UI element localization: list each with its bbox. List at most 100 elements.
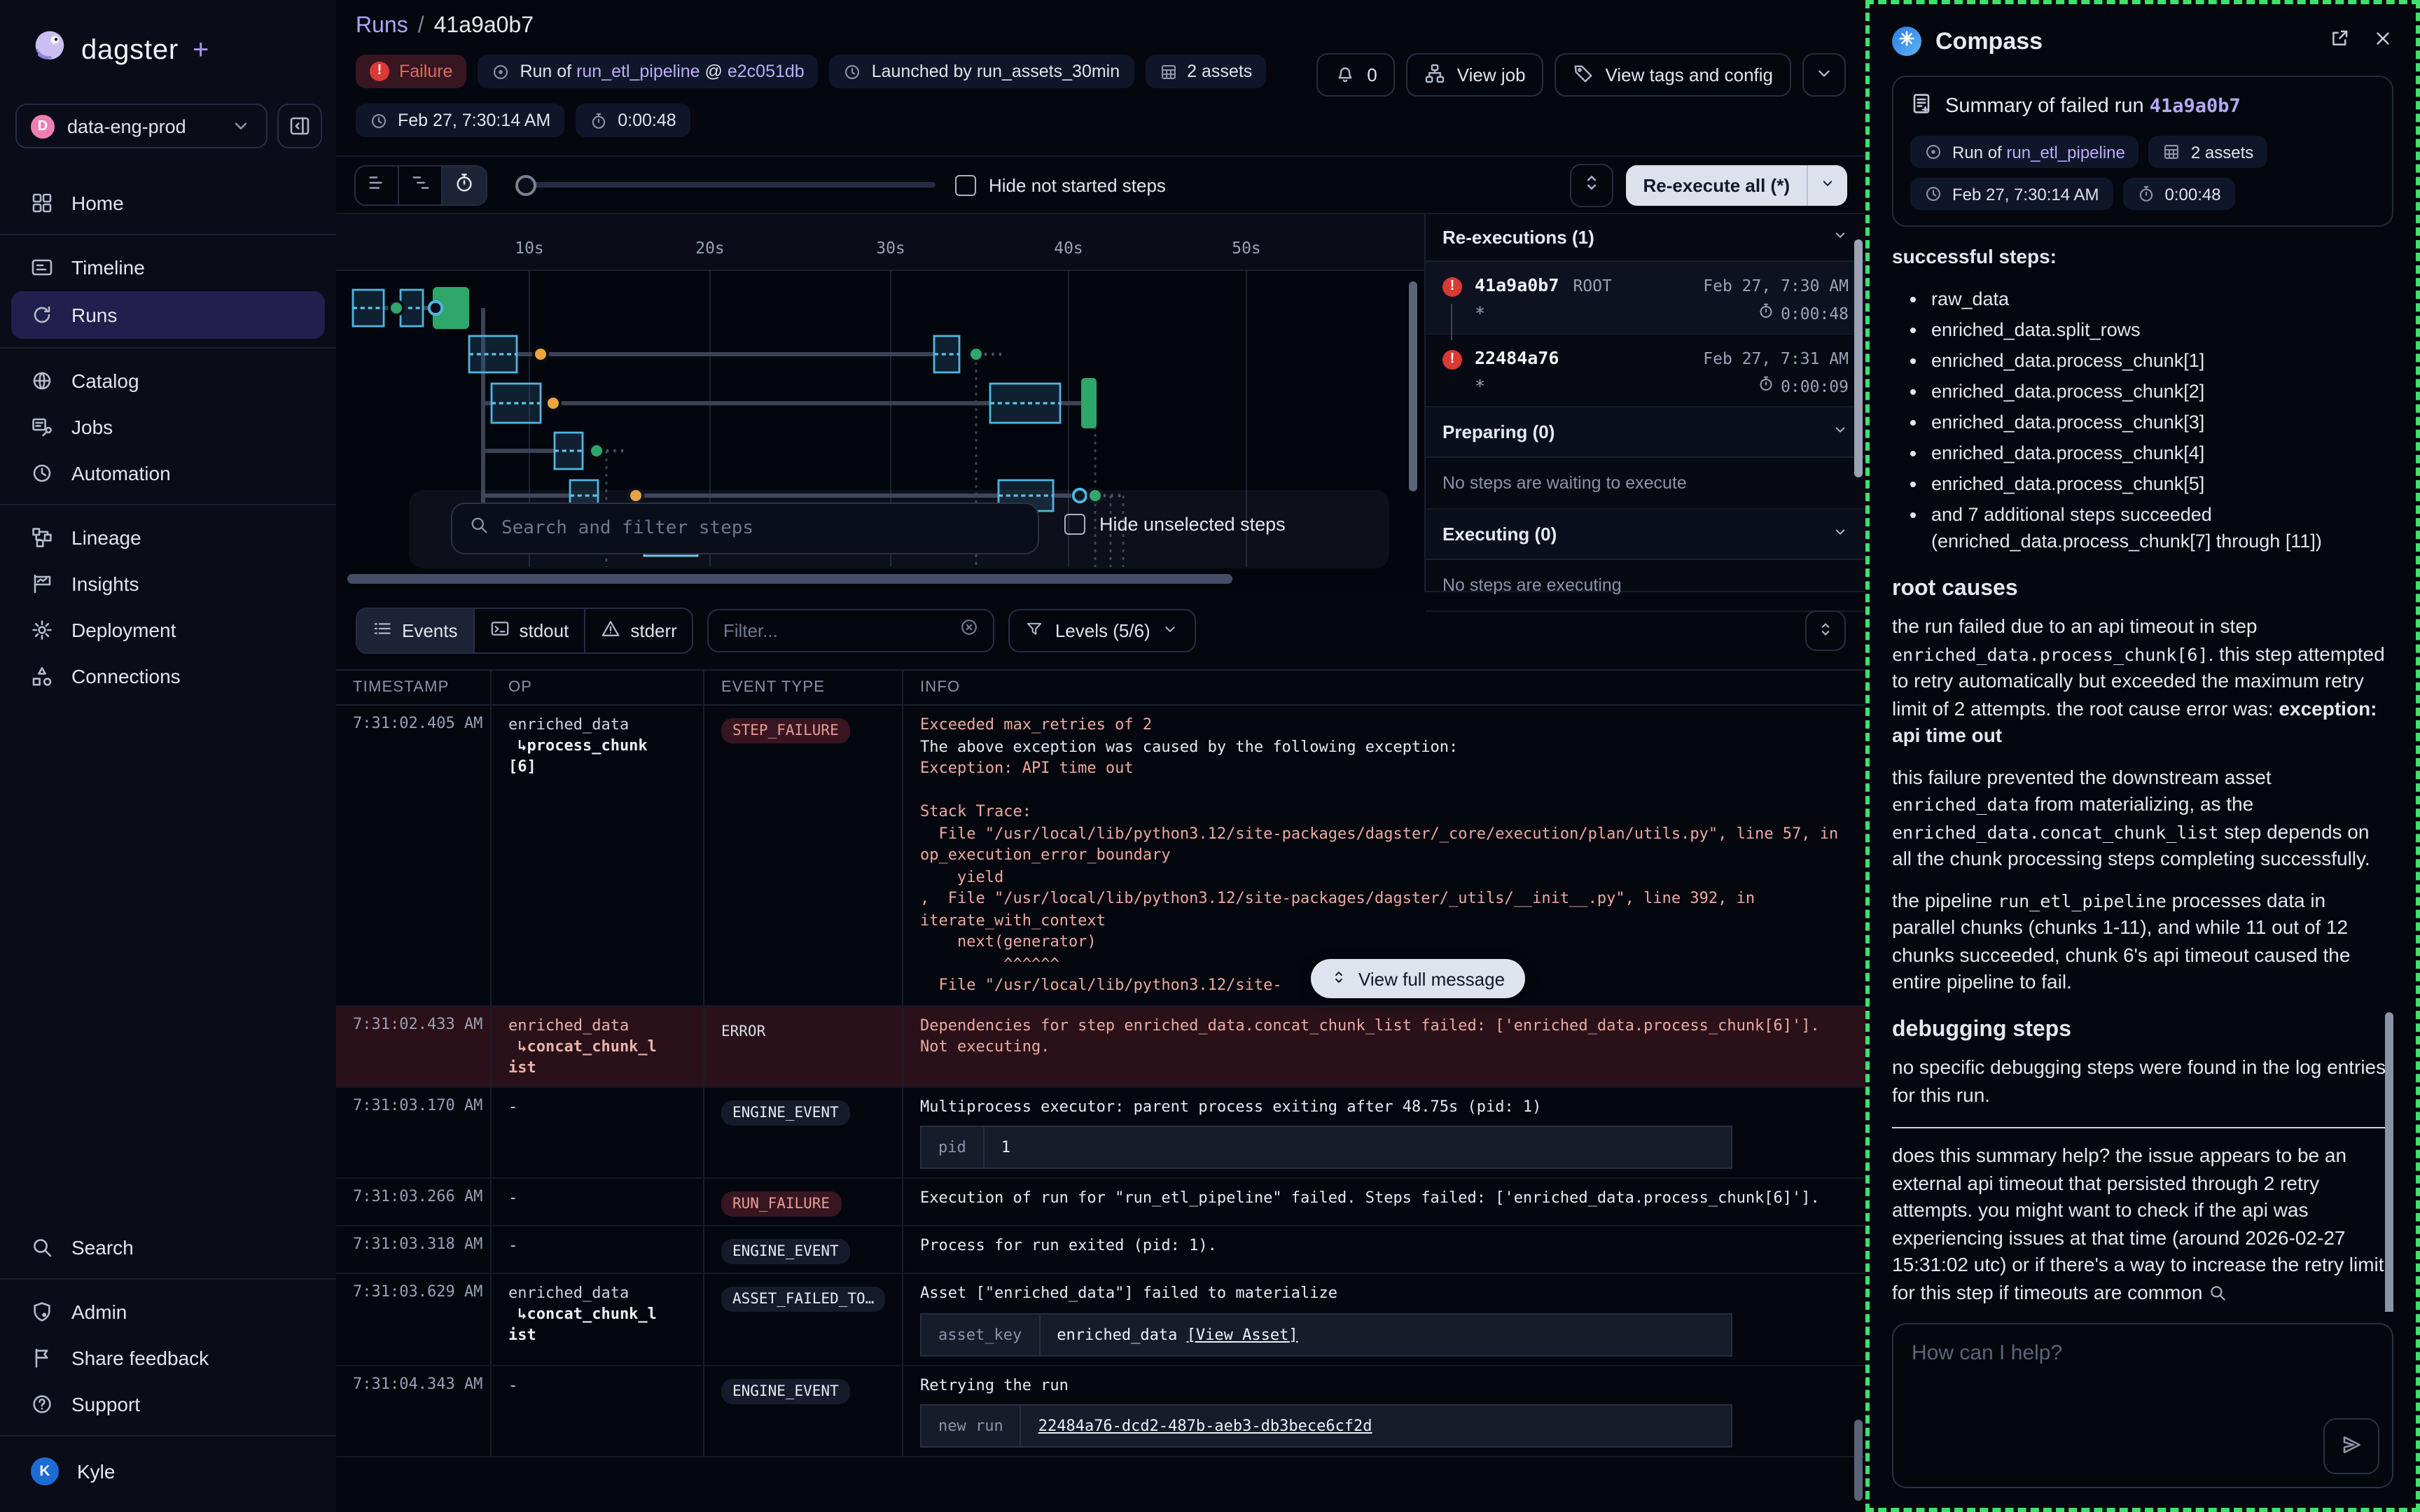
reexecution-run-row[interactable]: !41a9a0b7ROOTFeb 27, 7:30 AM*0:00:48 [1426,262,1865,335]
gantt-success-dot[interactable] [969,347,983,361]
metadata-link[interactable]: [View Asset] [1187,1325,1298,1343]
sidebar-item-jobs[interactable]: Jobs [0,403,336,449]
log-filter-input[interactable] [723,620,949,641]
column-header-op: OP [490,671,703,704]
run-id: 22484a76 [1475,347,1559,368]
step-search-input[interactable] [501,518,1021,539]
reexecute-options-button[interactable] [1807,164,1847,205]
metadata-link[interactable]: 22484a76-dcd2-487b-aeb3-db3bece6cf2d [1038,1417,1372,1435]
gantt-success-dot[interactable] [590,444,604,458]
clock-icon [844,62,862,80]
gantt-vertical-scrollbar[interactable] [1409,281,1417,491]
log-row[interactable]: 7:31:04.343 AM-ENGINE_EVENTRetrying the … [336,1366,1865,1457]
sidebar-item-timeline[interactable]: Timeline [0,244,336,290]
sidebar-item-deployment[interactable]: Deployment [0,606,336,652]
flat-view-button[interactable] [356,166,399,204]
expand-log-panel-button[interactable] [1805,610,1846,651]
reexecutions-header[interactable]: Re-executions (1) [1426,214,1865,262]
pipeline-link[interactable]: run_etl_pipeline [2006,142,2125,162]
sidebar-item-support[interactable]: Support [0,1380,336,1427]
gantt-horizontal-scrollbar[interactable] [347,574,1232,584]
sidebar-item-insights[interactable]: Insights [0,560,336,606]
log-row[interactable]: 7:31:03.318 AM-ENGINE_EVENTProcess for r… [336,1226,1865,1274]
compass-chat-box[interactable]: How can I help? [1892,1323,2393,1488]
clear-filter-icon[interactable] [960,617,980,644]
zoom-slider-handle[interactable] [515,174,536,195]
tab-stdout[interactable]: stdout [475,609,586,652]
collapse-sidebar-button[interactable] [277,104,322,148]
gantt-open-dot[interactable] [429,302,442,314]
view-full-message-button[interactable]: View full message [1311,959,1524,998]
sidebar-item-connections[interactable]: Connections [0,652,336,699]
events-scrollbar[interactable] [1854,1420,1863,1501]
deployment-selector[interactable]: D data-eng-prod [15,104,267,148]
hide-not-started-checkbox[interactable] [955,174,976,195]
sidebar-divider [0,1278,336,1280]
view-job-button[interactable]: View job [1407,53,1544,97]
breadcrumb-runs-link[interactable]: Runs [356,14,408,38]
pipeline-link[interactable]: run_etl_pipeline [576,62,700,81]
hide-not-started-checkbox-row[interactable]: Hide not started steps [955,174,1166,195]
view-tags-config-button[interactable]: View tags and config [1555,53,1791,97]
hide-unselected-checkbox[interactable] [1064,514,1085,535]
reexecutions-scrollbar[interactable] [1854,239,1863,477]
sidebar-item-admin[interactable]: Admin [0,1288,336,1334]
failure-icon: ! [370,62,389,81]
sidebar-item-share-feedback[interactable]: Share feedback [0,1334,336,1380]
sidebar-item-search[interactable]: Search [0,1224,336,1270]
sidebar-item-home[interactable]: Home [0,179,336,225]
alerts-bell-button[interactable]: 0 [1316,53,1395,97]
reexecution-sort-button[interactable] [1570,163,1613,206]
section-header-executing-0-[interactable]: Executing (0) [1426,510,1865,560]
tab-stderr[interactable]: stderr [585,609,692,652]
tab-events[interactable]: Events [357,609,475,652]
open-in-new-window-icon[interactable] [2329,27,2350,55]
summary-run-id[interactable]: 41a9a0b7 [2150,95,2241,118]
sidebar-item-runs[interactable]: Runs [11,291,325,339]
timed-view-button[interactable] [443,166,486,204]
log-row[interactable]: 7:31:03.170 AM-ENGINE_EVENTMultiprocess … [336,1087,1865,1179]
levels-dropdown[interactable]: Levels (5/6) [1009,609,1197,652]
run-duration: 0:00:48 [1757,302,1849,323]
send-message-button[interactable] [2323,1418,2379,1474]
event-type-badge: ASSET_FAILED_TO… [721,1287,885,1312]
clock-icon [370,111,388,130]
sidebar-item-catalog[interactable]: Catalog [0,357,336,403]
waterfall-view-button[interactable] [399,166,443,204]
zoom-slider[interactable] [515,182,936,188]
log-event-type: ERROR [703,1006,902,1086]
column-header-timestamp: TIMESTAMP [336,671,490,704]
sidebar-item-automation[interactable]: Automation [0,449,336,496]
stopwatch-icon [454,172,475,197]
close-icon[interactable] [2372,27,2393,55]
run-failure-icon: ! [1442,277,1462,297]
duration-tag: 0:00:48 [576,104,690,137]
reexecute-all-button[interactable]: Re-execute all (*) [1626,164,1807,205]
assets-grid-icon [1159,62,1177,80]
more-actions-button[interactable] [1802,53,1846,97]
sidebar-bottom: Search AdminShare feedbackSupport KKyle [0,1224,336,1512]
log-row[interactable]: 7:31:03.629 AMenriched_data ↳concat_chun… [336,1274,1865,1366]
log-row[interactable]: 7:31:02.433 AMenriched_data ↳concat_chun… [336,1006,1865,1087]
list-item: enriched_data.process_chunk[5] [1931,470,2393,497]
section-header-preparing-0-[interactable]: Preparing (0) [1426,407,1865,458]
gantt-retry-dot[interactable] [534,347,548,361]
user-menu[interactable]: KKyle [0,1445,336,1498]
gantt-retry-dot[interactable] [546,396,560,410]
assets-tag[interactable]: 2 assets [1145,55,1266,88]
reexecution-run-row[interactable]: !22484a76Feb 27, 7:31 AM*0:00:09 [1426,335,1865,407]
launched-by-tag: Launched by run_assets_30min [830,55,1134,88]
run-failure-icon: ! [1442,350,1462,370]
hide-unselected-checkbox-row[interactable]: Hide unselected steps [1064,514,1286,535]
gantt-success-dot[interactable] [389,301,403,315]
connections-icon [31,664,53,687]
sidebar-item-lineage[interactable]: Lineage [0,514,336,560]
commit-link[interactable]: e2c051db [728,62,805,81]
insights-icon [31,572,53,594]
log-row[interactable]: 7:31:02.405 AMenriched_data ↳process_chu… [336,706,1865,1006]
log-op: enriched_data ↳concat_chunk_list [490,1006,703,1086]
log-row[interactable]: 7:31:03.266 AM-RUN_FAILUREExecution of r… [336,1179,1865,1226]
gantt-step-success[interactable] [1081,378,1097,428]
up-down-arrows-icon [1581,172,1602,197]
compass-scrollbar[interactable] [2385,1012,2393,1312]
